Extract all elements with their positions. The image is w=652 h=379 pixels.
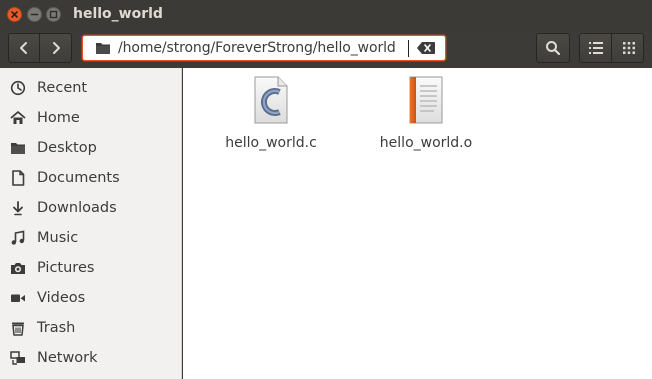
file-item[interactable]: hello_world.o bbox=[366, 76, 486, 156]
camera-icon bbox=[11, 263, 25, 274]
sidebar-item-music[interactable]: Music bbox=[0, 223, 181, 253]
home-icon bbox=[10, 111, 26, 124]
sidebar-item-label: Home bbox=[37, 110, 80, 126]
sidebar-item-videos[interactable]: Videos bbox=[0, 283, 181, 313]
sidebar-item-label: Recent bbox=[37, 80, 88, 96]
sidebar-item-desktop[interactable]: Desktop bbox=[0, 133, 181, 163]
location-entry[interactable]: /home/strong/ForeverStrong/hello_world bbox=[82, 35, 446, 61]
sidebar-item-downloads[interactable]: Downloads bbox=[0, 193, 181, 223]
backspace-icon[interactable] bbox=[417, 42, 435, 54]
sidebar-item-trash[interactable]: Trash bbox=[0, 313, 181, 343]
chevron-right-icon bbox=[53, 42, 60, 54]
sidebar-item-label: Videos bbox=[37, 290, 86, 306]
search-button[interactable] bbox=[536, 33, 570, 63]
object-file-icon bbox=[409, 76, 443, 124]
sidebar-item-label: Documents bbox=[37, 170, 120, 186]
file-item[interactable]: hello_world.c bbox=[211, 76, 331, 156]
view-toggle bbox=[579, 33, 644, 63]
close-icon bbox=[11, 11, 18, 18]
chevron-left-icon bbox=[20, 42, 27, 54]
text-caret bbox=[408, 40, 409, 57]
sidebar-item-recent[interactable]: Recent bbox=[0, 73, 181, 103]
network-icon bbox=[10, 351, 25, 365]
sidebar-item-label: Pictures bbox=[37, 260, 95, 276]
document-icon bbox=[12, 170, 25, 186]
list-view-button[interactable] bbox=[580, 34, 612, 62]
video-icon bbox=[11, 294, 25, 302]
sidebar-item-label: Downloads bbox=[37, 200, 117, 216]
maximize-icon bbox=[49, 10, 58, 19]
window-title: hello_world bbox=[73, 6, 163, 22]
sidebar-item-pictures[interactable]: Pictures bbox=[0, 253, 181, 283]
back-button[interactable] bbox=[9, 34, 40, 62]
clock-icon bbox=[10, 80, 26, 96]
sidebar-item-network[interactable]: Network bbox=[0, 343, 181, 373]
list-view-icon bbox=[588, 42, 603, 54]
sidebar-item-label: Music bbox=[37, 230, 79, 246]
file-name: hello_world.o bbox=[379, 135, 473, 151]
c-source-file-icon bbox=[254, 76, 288, 124]
sidebar-item-label: Desktop bbox=[37, 140, 97, 156]
folder-icon bbox=[96, 43, 110, 54]
minimize-icon bbox=[30, 13, 39, 16]
sidebar: Recent Home Desktop Documents Downloads bbox=[0, 68, 182, 379]
minimize-window-button[interactable] bbox=[27, 7, 42, 22]
music-icon bbox=[11, 230, 25, 245]
maximize-window-button[interactable] bbox=[46, 7, 61, 22]
toolbar: /home/strong/ForeverStrong/hello_world bbox=[0, 30, 652, 68]
close-window-button[interactable] bbox=[7, 7, 22, 22]
grid-view-button[interactable] bbox=[613, 34, 643, 62]
sidebar-item-documents[interactable]: Documents bbox=[0, 163, 181, 193]
download-icon bbox=[13, 201, 23, 216]
folder-icon bbox=[11, 143, 25, 154]
forward-button[interactable] bbox=[41, 34, 71, 62]
location-path-text[interactable]: /home/strong/ForeverStrong/hello_world bbox=[118, 40, 396, 57]
file-view[interactable]: hello_world.c hello_world.o bbox=[183, 68, 652, 379]
sidebar-item-home[interactable]: Home bbox=[0, 103, 181, 133]
trash-icon bbox=[12, 322, 24, 336]
title-bar: hello_world bbox=[0, 0, 652, 30]
sidebar-item-label: Network bbox=[37, 350, 98, 366]
search-icon bbox=[546, 41, 561, 56]
sidebar-item-label: Trash bbox=[37, 320, 76, 336]
navigation-buttons bbox=[8, 33, 72, 63]
grid-view-icon bbox=[623, 42, 635, 54]
file-name: hello_world.c bbox=[225, 135, 317, 151]
